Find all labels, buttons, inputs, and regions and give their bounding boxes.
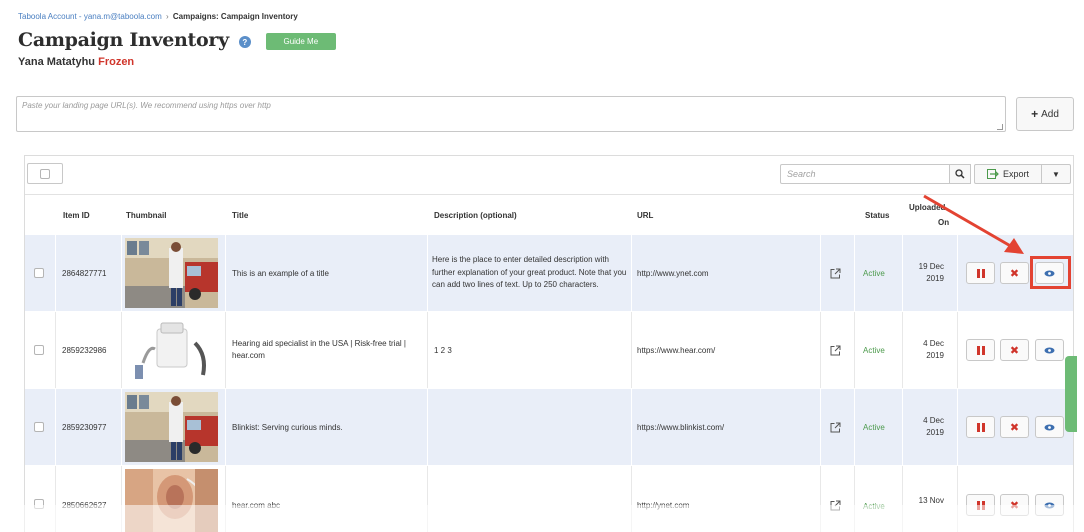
pause-icon — [976, 268, 985, 278]
item-title[interactable]: Blinkist: Serving curious minds. — [232, 389, 422, 465]
col-status[interactable]: Status — [865, 211, 889, 220]
row-checkbox[interactable] — [34, 422, 44, 432]
col-item-id[interactable]: Item ID — [63, 211, 90, 220]
preview-button[interactable] — [1035, 416, 1064, 438]
guide-me-button[interactable]: Guide Me — [265, 32, 336, 50]
external-link-icon[interactable] — [830, 422, 841, 433]
status-badge: Active — [863, 268, 885, 278]
upload-date: 4 Dec — [923, 339, 944, 348]
pause-button[interactable] — [966, 262, 995, 284]
pause-button[interactable] — [966, 416, 995, 438]
upload-date: 19 Dec — [918, 262, 944, 271]
pause-icon — [976, 345, 985, 355]
title-row: Campaign Inventory ? Guide Me — [18, 28, 336, 52]
item-id: 2864827771 — [62, 268, 107, 278]
feedback-side-tab[interactable] — [1065, 356, 1077, 432]
account-name: Yana Matatyhu — [18, 56, 96, 68]
table-row[interactable]: 2859230977 Blinkist: Serving curious min… — [25, 388, 1073, 465]
thumbnail-street-scene — [125, 238, 218, 308]
close-icon: ✖ — [1009, 421, 1020, 434]
export-button[interactable]: Export — [974, 164, 1042, 184]
close-icon: ✖ — [1009, 267, 1020, 280]
col-url[interactable]: URL — [637, 211, 653, 220]
search-icon — [955, 169, 965, 179]
preview-button[interactable] — [1035, 339, 1064, 361]
item-url[interactable]: https://www.blinkist.com/ — [637, 389, 817, 465]
breadcrumb: Taboola Account - yana.m@taboola.com › C… — [18, 12, 298, 21]
breadcrumb-separator: › — [166, 12, 169, 21]
add-button-label: Add — [1041, 108, 1059, 120]
item-id: 2859232986 — [62, 345, 107, 355]
table-row[interactable]: 2864827771 This is an example of a title… — [25, 234, 1073, 311]
export-icon — [986, 169, 999, 179]
item-id: 2859230977 — [62, 422, 107, 432]
thumbnail-image[interactable] — [125, 238, 218, 308]
table-row[interactable]: 2859232986 Hearing aid specialist in the… — [25, 311, 1073, 388]
breadcrumb-current: Campaigns: Campaign Inventory — [172, 12, 298, 21]
upload-year: 2019 — [926, 428, 944, 437]
upload-date: 4 Dec — [923, 416, 944, 425]
pause-button[interactable] — [966, 339, 995, 361]
col-thumbnail[interactable]: Thumbnail — [126, 211, 166, 220]
external-link-icon[interactable] — [830, 268, 841, 279]
close-icon: ✖ — [1009, 344, 1020, 357]
annotation-highlight-box — [1030, 256, 1071, 289]
thumbnail-hearing-aid — [125, 315, 218, 385]
eye-icon — [1044, 424, 1055, 430]
reject-button[interactable]: ✖ — [1000, 262, 1029, 284]
plus-icon: + — [1031, 107, 1039, 121]
col-description[interactable]: Description (optional) — [434, 211, 517, 220]
account-status: Frozen — [98, 56, 135, 68]
row-checkbox[interactable] — [34, 268, 44, 278]
help-icon[interactable]: ? — [238, 36, 251, 48]
bottom-fade-overlay — [0, 505, 1084, 532]
status-badge: Active — [863, 345, 885, 355]
upload-year: 2019 — [926, 274, 944, 283]
page-title: Campaign Inventory — [18, 29, 229, 51]
upload-year: 2019 — [926, 351, 944, 360]
eye-icon — [1044, 347, 1055, 353]
pause-icon — [976, 422, 985, 432]
thumbnail-image[interactable] — [125, 315, 218, 385]
item-description[interactable] — [434, 389, 624, 465]
landing-url-input[interactable]: Paste your landing page URL(s). We recom… — [16, 96, 1006, 132]
thumbnail-image[interactable] — [125, 392, 218, 462]
thumbnail-street-scene — [125, 392, 218, 462]
item-title[interactable]: Hearing aid specialist in the USA | Risk… — [232, 312, 422, 388]
search-button[interactable] — [949, 164, 971, 184]
item-description[interactable]: 1 2 3 — [434, 312, 624, 388]
account-line: Yana Matatyhu Frozen — [18, 56, 134, 68]
landing-url-placeholder: Paste your landing page URL(s). We recom… — [22, 101, 271, 110]
item-description[interactable]: Here is the place to enter detailed desc… — [432, 235, 629, 311]
annotation-arrow-icon — [923, 194, 1024, 254]
select-all-button[interactable] — [27, 163, 63, 184]
breadcrumb-account-link[interactable]: Taboola Account - yana.m@taboola.com — [18, 12, 162, 21]
col-title[interactable]: Title — [232, 211, 248, 220]
item-url[interactable]: https://www.hear.com/ — [637, 312, 817, 388]
resize-handle-icon[interactable] — [997, 124, 1003, 130]
reject-button[interactable]: ✖ — [1000, 339, 1029, 361]
add-button[interactable]: + Add — [1016, 97, 1074, 131]
status-badge: Active — [863, 422, 885, 432]
search-input[interactable]: Search — [780, 164, 950, 184]
reject-button[interactable]: ✖ — [1000, 416, 1029, 438]
export-dropdown-button[interactable]: ▼ — [1041, 164, 1071, 184]
external-link-icon[interactable] — [830, 345, 841, 356]
row-checkbox[interactable] — [34, 345, 44, 355]
select-all-checkbox[interactable] — [40, 168, 50, 179]
export-label: Export — [1002, 169, 1029, 179]
caret-down-icon: ▼ — [1052, 169, 1060, 179]
item-title[interactable]: This is an example of a title — [232, 235, 422, 311]
table-header: Item ID Thumbnail Title Description (opt… — [25, 194, 1073, 234]
item-url[interactable]: http://www.ynet.com — [637, 235, 817, 311]
